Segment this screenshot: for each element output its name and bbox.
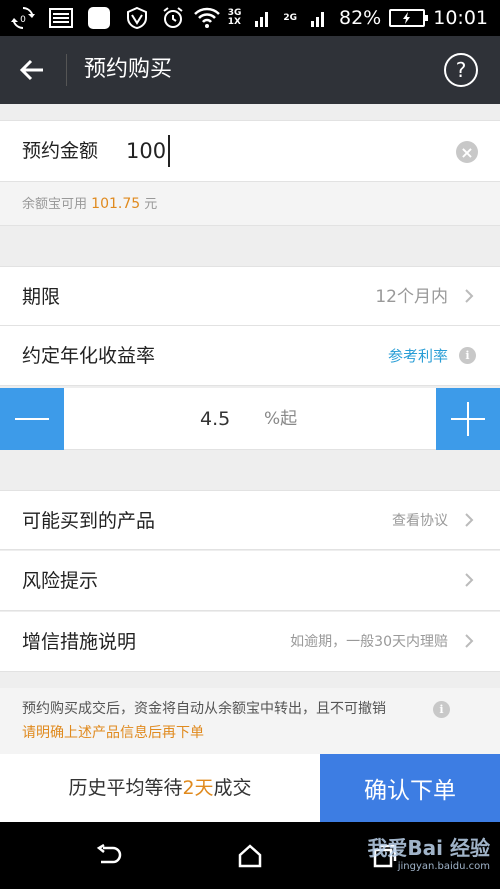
decrease-rate-button[interactable] [0, 388, 64, 450]
svg-text:0: 0 [20, 15, 26, 25]
products-row[interactable]: 可能买到的产品 查看协议 [0, 490, 500, 550]
products-label: 可能买到的产品 [22, 510, 156, 532]
battery-percent: 82% [339, 7, 382, 29]
shield-icon [124, 5, 150, 31]
amount-row: 预约金额 100 × [0, 120, 500, 182]
chevron-right-icon [465, 634, 474, 648]
risk-label: 风险提示 [22, 570, 99, 592]
alarm-icon [160, 5, 186, 31]
app-square-icon [86, 5, 112, 31]
nav-back-button[interactable] [92, 839, 126, 873]
notice-text: 预约购买成交后，资金将自动从余额宝中转出，且不可撤销 [22, 701, 386, 717]
plus-icon [451, 402, 485, 436]
term-row[interactable]: 期限 12个月内 [0, 266, 500, 326]
back-button[interactable] [14, 52, 50, 88]
chevron-right-icon [465, 513, 474, 527]
status-bar: 0 3G 1X 2G 82% 10:01 [0, 0, 500, 36]
credit-value: 如逾期，一般30天内理赔 [290, 634, 448, 650]
credit-enhancement-row[interactable]: 增信措施说明 如逾期，一般30天内理赔 [0, 612, 500, 672]
back-arrow-icon [96, 844, 122, 864]
confirm-order-button[interactable]: 确认下单 [320, 754, 500, 822]
title-bar: 预约购买 ? [0, 36, 500, 104]
amount-input[interactable]: 100 [126, 135, 171, 167]
chevron-right-icon [465, 289, 474, 303]
term-value: 12个月内 [375, 287, 448, 307]
amount-label: 预约金额 [22, 140, 99, 162]
page-title: 预约购买 [84, 57, 173, 82]
status-icons-right: 3G 1X 2G 82% 10:01 [160, 0, 488, 36]
status-icons-left: 0 [10, 5, 150, 31]
view-agreement-link[interactable]: 查看协议 [392, 491, 448, 551]
available-balance: 余额宝可用 101.75 元 [0, 182, 500, 226]
battery-charging-icon [389, 9, 429, 27]
average-wait-text: 历史平均等待2天成交 [68, 777, 252, 799]
image-icon [48, 5, 74, 31]
sync-icon: 0 [10, 5, 36, 31]
rate-stepper: 4.5 %起 [0, 388, 500, 450]
risk-row[interactable]: 风险提示 [0, 551, 500, 611]
rate-label: 约定年化收益率 [22, 345, 156, 367]
credit-label: 增信措施说明 [22, 631, 137, 653]
notice: 预约购买成交后，资金将自动从余额宝中转出，且不可撤销 i 请明确上述产品信息后再… [0, 688, 500, 754]
signal-2-icon [305, 5, 331, 31]
available-prefix: 余额宝可用 [22, 197, 88, 212]
chevron-right-icon [465, 573, 474, 587]
available-suffix: 元 [144, 197, 158, 212]
question-mark-icon: ? [455, 58, 467, 82]
network-type-2g-label: 2G [283, 12, 297, 23]
rate-value[interactable]: 4.5 [200, 388, 230, 450]
rate-row: 约定年化收益率 参考利率 i [0, 326, 500, 386]
info-icon[interactable]: i [433, 701, 450, 718]
close-icon: × [460, 142, 474, 162]
available-amount: 101.75 [91, 196, 141, 212]
minus-icon [15, 418, 49, 420]
nav-home-button[interactable] [233, 839, 267, 873]
signal-icon [249, 5, 275, 31]
clock-time: 10:01 [433, 7, 488, 29]
increase-rate-button[interactable] [436, 388, 500, 450]
title-divider [66, 54, 67, 86]
network-type-label: 3G 1X [227, 8, 242, 27]
bottom-action-bar: 历史平均等待2天成交 确认下单 [0, 754, 500, 822]
wifi-icon [193, 5, 220, 31]
reference-rate-link[interactable]: 参考利率 [388, 326, 448, 386]
home-icon [238, 844, 262, 868]
system-nav-bar: 我爱Bai 经验 jingyan.baidu.com [0, 822, 500, 889]
clear-amount-button[interactable]: × [456, 141, 478, 163]
info-icon[interactable]: i [459, 347, 476, 364]
term-label: 期限 [22, 286, 61, 308]
rate-unit: %起 [264, 409, 298, 429]
wait-days: 2天 [182, 777, 214, 799]
notice-warning: 请明确上述产品信息后再下单 [22, 725, 204, 741]
help-button[interactable]: ? [444, 53, 478, 87]
arrow-left-icon [19, 59, 43, 81]
baidu-jingyan-watermark: 我爱Bai 经验 jingyan.baidu.com [367, 836, 490, 872]
